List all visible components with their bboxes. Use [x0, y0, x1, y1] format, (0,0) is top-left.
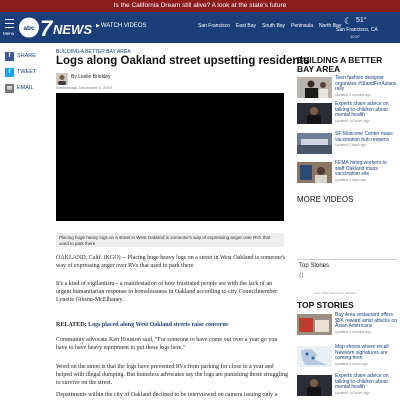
email-button[interactable]: ✉ EMAIL — [5, 80, 43, 96]
related-link-text[interactable]: Logs placed along West Oakland streets r… — [88, 322, 228, 328]
watch-videos-link[interactable]: ▶WATCH VIDEOS — [96, 23, 147, 29]
weather-temp: 51° — [356, 17, 367, 24]
sidebar-video-item[interactable]: Teen fashion designer organizes #StandFo… — [297, 75, 397, 102]
nav-east-bay[interactable]: East Bay — [236, 23, 256, 29]
video-thumbnail — [297, 77, 332, 98]
sidebar-heading-bbba[interactable]: BUILDING A BETTER BAY AREA — [297, 56, 382, 74]
article-paragraph: OAKLAND, Calif. (KGO) -- Placing huge he… — [56, 255, 286, 269]
region-nav: San Francisco East Bay South Bay Peninsula N… — [198, 23, 347, 29]
sidebar-video-item[interactable]: SF Moscone Center mass vaccination hub r… — [297, 131, 397, 158]
article-headline: Logs along Oakland street upsetting resi… — [56, 55, 310, 67]
sidebar-item-time: Updated 2 days ago — [335, 143, 367, 148]
sidebar-item-time: Updated 2 hours ago — [335, 361, 368, 366]
sidebar-item-time: Updated 5 days ago — [335, 177, 367, 182]
share-label: SHARE — [17, 53, 36, 59]
svg-text:NEWS: NEWS — [53, 22, 92, 37]
sidebar-item-title: Experts share advice on talking to child… — [335, 373, 389, 391]
video-thumbnail — [297, 103, 332, 124]
email-label: EMAIL — [17, 85, 34, 91]
svg-text:7: 7 — [40, 16, 54, 40]
story-thumbnail — [297, 314, 332, 335]
article-paragraph: It's a kind of vigilantism-- a manifesta… — [56, 281, 278, 303]
video-thumbnail — [297, 162, 332, 183]
sidebar-item-title: Experts share advice on talking to child… — [335, 101, 389, 119]
site-header: Menu abc 7 NEWS ▶WATCH VIDEOS San Franci… — [0, 12, 400, 43]
svg-text:abc: abc — [23, 25, 35, 32]
abc7-news-logo[interactable]: abc 7 NEWS — [19, 15, 93, 40]
sidebar-item-text: Map shows where recall Newsom signatures… — [335, 344, 397, 367]
video-thumbnail — [297, 133, 332, 154]
menu-label: Menu — [3, 31, 15, 36]
weather-widget[interactable]: ☾ 51° San Francisco, CA 10:57 — [336, 15, 398, 41]
moon-icon: ☾ — [344, 16, 353, 26]
carousel-arrows-icon[interactable]: ⟨⟩ — [299, 272, 304, 279]
sidebar-item-title: Bay Area restaurant offers $5K reward am… — [335, 312, 397, 330]
play-icon: ▶ — [96, 23, 100, 29]
hamburger-icon — [5, 19, 14, 21]
story-thumbnail — [297, 346, 332, 367]
twitter-icon: t — [5, 67, 14, 77]
share-rail: f SHARE t TWEET ✉ EMAIL — [5, 48, 43, 96]
story-thumbnail — [297, 375, 332, 396]
sidebar-item-title: Map shows where recall Newsom signatures… — [335, 344, 389, 362]
hamburger-icon-bar — [5, 27, 14, 29]
sidebar-item-text: FEMA hiring workers to staff Oakland mas… — [335, 160, 397, 183]
article-paragraph: Community advocate Ken Houston said, "Fo… — [56, 337, 278, 351]
facebook-icon: f — [5, 51, 14, 61]
article-paragraph: Word on the street is that the logs have… — [56, 364, 288, 386]
article-date: Wednesday, December 4, 2019 — [56, 85, 112, 90]
share-facebook-button[interactable]: f SHARE — [5, 48, 43, 64]
sidebar-story-item[interactable]: Experts share advice on talking to child… — [297, 373, 397, 400]
from-affiliates-note: From CNN Newsource affiliates — [314, 291, 356, 295]
sidebar-heading-line: BAY AREA — [297, 64, 341, 74]
sidebar-video-item[interactable]: Experts share advice on talking to child… — [297, 101, 397, 128]
sidebar-heading-top-stories[interactable]: TOP STORIES — [297, 301, 354, 310]
sidebar-item-time: Updated 6 minutes ago — [335, 92, 372, 97]
sidebar-item-text: Experts share advice on talking to child… — [335, 373, 397, 396]
tweet-button[interactable]: t TWEET — [5, 64, 43, 80]
top-stories-carousel[interactable]: Top Stories ⟨⟩ — [297, 259, 397, 287]
weather-city: San Francisco, CA — [336, 27, 378, 33]
nav-peninsula[interactable]: Peninsula — [291, 23, 313, 29]
more-videos-heading[interactable]: MORE VIDEOS — [297, 195, 353, 204]
sidebar-item-title: Teen fashion designer organizes #StandFo… — [335, 75, 397, 93]
nav-san-francisco[interactable]: San Francisco — [198, 23, 230, 29]
author-byline[interactable]: By Leslie Brinkley — [71, 74, 110, 80]
nav-south-bay[interactable]: South Bay — [262, 23, 285, 29]
sidebar-item-title: FEMA hiring workers to staff Oakland mas… — [335, 160, 387, 178]
top-stories-label: Top Stories — [299, 263, 330, 269]
sidebar-item-text: Teen fashion designer organizes #StandFo… — [335, 75, 397, 98]
weather-time: 10:57 — [350, 34, 361, 39]
email-icon: ✉ — [5, 83, 14, 93]
video-player[interactable] — [56, 93, 284, 221]
hamburger-icon-bar — [5, 23, 14, 25]
sidebar-item-time: Updated 4 minutes ago — [335, 329, 372, 334]
sidebar-item-text: Experts share advice on talking to child… — [335, 101, 397, 124]
sidebar-story-item[interactable]: Map shows where recall Newsom signatures… — [297, 344, 397, 371]
tweet-label: TWEET — [17, 69, 37, 75]
sidebar-item-text: SF Moscone Center mass vaccination hub r… — [335, 131, 397, 149]
video-caption: Placing huge heavy logs on a street in W… — [56, 233, 284, 247]
watch-videos-label: WATCH VIDEOS — [100, 23, 147, 29]
author-avatar — [56, 73, 68, 85]
sidebar-item-title: SF Moscone Center mass vaccination hub r… — [335, 131, 393, 143]
related-link[interactable]: RELATED: Logs placed along West Oakland … — [56, 322, 228, 328]
sidebar-item-time: Updated 19 hours ago — [335, 390, 370, 395]
sidebar-item-text: Bay Area restaurant offers $5K reward am… — [335, 312, 397, 335]
menu-button[interactable]: Menu — [3, 17, 17, 37]
related-label: RELATED: — [56, 322, 87, 328]
sidebar-story-item[interactable]: Bay Area restaurant offers $5K reward am… — [297, 312, 397, 339]
sidebar-item-time: Updated 19 hours ago — [335, 118, 370, 123]
sidebar-video-item[interactable]: FEMA hiring workers to staff Oakland mas… — [297, 160, 397, 187]
article-paragraph: Departments within the city of Oakland d… — [56, 392, 278, 398]
promo-banner[interactable]: Is the California Dream still alive? A l… — [0, 0, 400, 12]
